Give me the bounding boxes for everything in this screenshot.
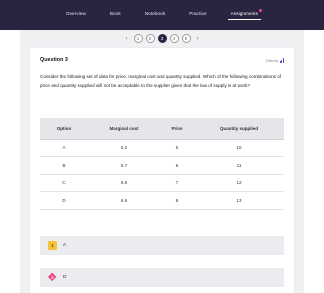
answer-option-label: A	[63, 243, 67, 248]
cell-quantity: 12	[194, 174, 284, 192]
cell-option: C	[40, 174, 88, 192]
cell-option: D	[40, 191, 88, 210]
page-1-button[interactable]: 1	[133, 34, 143, 43]
table-row: C 5.9 7 12	[40, 174, 284, 192]
tab-notebook[interactable]: Notebook	[133, 7, 177, 19]
column-header-quantity-supplied: Quantity supplied	[194, 118, 284, 140]
page-3-button[interactable]: 3	[157, 34, 167, 43]
top-navigation-bar: Overview Book Notebook Practice Assignme…	[0, 0, 324, 30]
answer-option-label: D	[63, 275, 67, 280]
data-table: Option Marginal cost Price Quantity supp…	[40, 118, 284, 210]
prev-page-icon[interactable]: ‹	[123, 36, 131, 42]
page-2-button[interactable]: 2	[145, 34, 155, 43]
difficulty-label: Difficulty	[265, 58, 279, 63]
cell-marginal-cost: 6.5	[88, 191, 160, 210]
cell-marginal-cost: 5.7	[88, 156, 160, 175]
cell-quantity: 10	[194, 139, 284, 157]
answer-option-d[interactable]: 2 D	[40, 268, 284, 287]
table-row: B 5.7 6 11	[40, 156, 284, 175]
next-page-icon[interactable]: ›	[194, 36, 202, 42]
column-header-price: Price	[160, 118, 194, 140]
answer-badge-square-icon: 1	[48, 241, 57, 250]
cell-option: A	[40, 139, 88, 157]
answer-badge-number: 2	[51, 275, 54, 280]
cell-price: 5	[160, 139, 194, 157]
table-header-row: Option Marginal cost Price Quantity supp…	[40, 118, 284, 140]
question-pager: ‹ 1 2 3 4 5 ›	[0, 30, 324, 47]
cell-price: 6	[160, 156, 194, 175]
question-header: Question 3 Difficulty	[40, 57, 284, 67]
answer-badge-diamond-icon: 2	[48, 273, 57, 282]
difficulty-indicator: Difficulty	[266, 58, 284, 63]
cell-quantity: 13	[194, 191, 284, 210]
tab-assignments-label: Assignments	[230, 11, 259, 16]
cell-price: 7	[160, 174, 194, 192]
cell-marginal-cost: 5.2	[88, 139, 160, 157]
column-header-marginal-cost: Marginal cost	[88, 118, 160, 140]
question-card: Question 3 Difficulty Consider the follo…	[30, 48, 294, 293]
tab-book[interactable]: Book	[98, 7, 133, 19]
table-row: D 6.5 8 13	[40, 191, 284, 210]
table-row: A 5.2 5 10	[40, 139, 284, 157]
cell-price: 8	[160, 191, 194, 210]
difficulty-bars-icon	[279, 58, 284, 63]
notification-dot	[259, 9, 263, 12]
page-4-button[interactable]: 4	[169, 34, 179, 43]
cell-quantity: 11	[194, 156, 284, 175]
answer-option-a[interactable]: 1 A	[40, 236, 284, 255]
page-5-button[interactable]: 5	[181, 34, 191, 43]
tab-overview[interactable]: Overview	[54, 7, 98, 19]
cell-option: B	[40, 156, 88, 175]
question-prompt: Consider the following set of data for p…	[40, 74, 282, 88]
question-title: Question 3	[40, 57, 68, 63]
cell-marginal-cost: 5.9	[88, 174, 160, 192]
tab-practice[interactable]: Practice	[177, 7, 218, 19]
tab-assignments[interactable]: Assignments	[219, 7, 270, 20]
column-header-option: Option	[40, 118, 88, 140]
